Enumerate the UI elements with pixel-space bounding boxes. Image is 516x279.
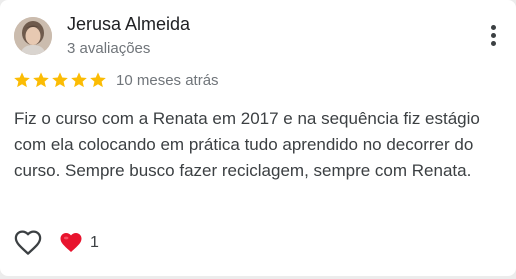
star-rating xyxy=(13,71,107,89)
star-icon xyxy=(14,72,30,88)
like-button[interactable] xyxy=(12,228,44,258)
author-name[interactable]: Jerusa Almeida xyxy=(67,14,190,35)
reaction-count: 1 xyxy=(90,234,99,251)
review-text: Fiz o curso com a Renata em 2017 e na se… xyxy=(14,109,480,180)
heart-reaction[interactable] xyxy=(59,231,83,253)
author-review-count: 3 avaliações xyxy=(67,40,151,57)
star-icon xyxy=(33,72,49,88)
heart-outline-icon xyxy=(14,230,42,255)
review-time: 10 meses atrás xyxy=(116,72,219,89)
avatar[interactable] xyxy=(14,17,52,55)
avatar-photo xyxy=(14,17,52,55)
review-card: Jerusa Almeida 3 avaliações 10 meses atr… xyxy=(0,0,516,276)
heart-filled-icon xyxy=(60,233,82,252)
star-icon xyxy=(71,72,87,88)
star-icon xyxy=(52,72,68,88)
more-options-button[interactable] xyxy=(484,22,504,50)
star-icon xyxy=(90,72,106,88)
